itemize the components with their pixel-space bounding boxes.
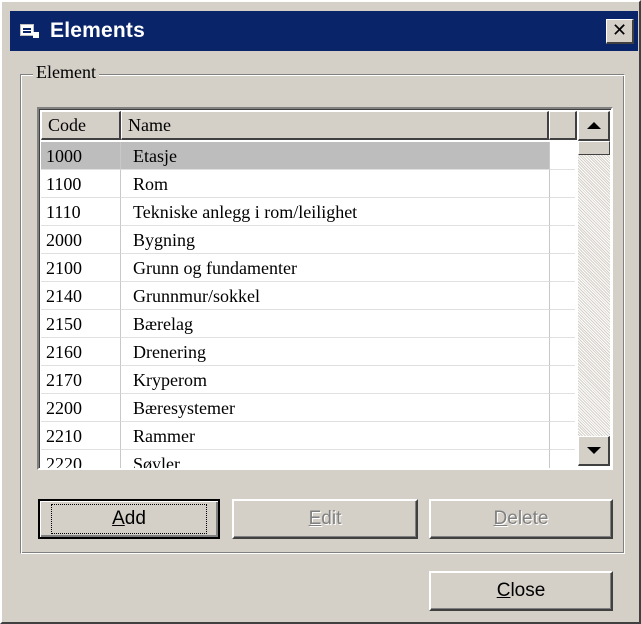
row-filler [549, 254, 575, 282]
app-window-icon [20, 22, 42, 40]
scroll-up-button[interactable] [578, 111, 610, 141]
window-title: Elements [50, 19, 145, 42]
row-name: Kryperom [121, 366, 549, 394]
row-filler [549, 422, 575, 450]
add-button-label: Add [51, 504, 207, 534]
row-code: 2220 [41, 450, 121, 468]
row-code: 2210 [41, 422, 121, 450]
row-name: Rammer [121, 422, 549, 450]
row-name: Rom [121, 170, 549, 198]
close-window-icon[interactable]: ✕ [606, 19, 634, 44]
list-rows: 1000 Etasje 1100 Rom 1110 Tekniske anlegg i r… [41, 142, 575, 468]
list-row[interactable]: 2160 Drenering [41, 338, 575, 366]
list-row[interactable]: 1110 Tekniske anlegg i rom/leilighet [41, 198, 575, 226]
edit-button[interactable]: Edit [232, 499, 418, 539]
column-header-filler [549, 111, 577, 140]
row-filler [549, 310, 575, 338]
row-name: Tekniske anlegg i rom/leilighet [121, 198, 549, 226]
add-button[interactable]: Add [38, 499, 220, 539]
arrow-up-icon [586, 122, 601, 129]
elements-listview[interactable]: Code Name 1000 Etasje 1100 Rom 1110 Tekniske … [37, 107, 613, 470]
row-name: Bygning [121, 226, 549, 254]
row-filler [549, 338, 575, 366]
row-name: Bærelag [121, 310, 549, 338]
column-header-name[interactable]: Name [121, 111, 549, 140]
row-name: Bæresystemer [121, 394, 549, 422]
row-filler [549, 198, 575, 226]
list-row[interactable]: 2170 Kryperom [41, 366, 575, 394]
row-name: Grunnmur/sokkel [121, 282, 549, 310]
row-name: Grunn og fundamenter [121, 254, 549, 282]
list-row[interactable]: 1000 Etasje [41, 142, 575, 170]
list-row[interactable]: 2220 Søyler [41, 450, 575, 468]
row-filler [549, 366, 575, 394]
row-code: 2150 [41, 310, 121, 338]
row-filler [549, 450, 575, 468]
list-row[interactable]: 2140 Grunnmur/sokkel [41, 282, 575, 310]
delete-button[interactable]: Delete [429, 499, 613, 539]
row-code: 1110 [41, 198, 121, 226]
scroll-thumb[interactable] [578, 141, 610, 155]
list-row[interactable]: 2100 Grunn og fundamenter [41, 254, 575, 282]
row-code: 2100 [41, 254, 121, 282]
column-header-code[interactable]: Code [41, 111, 121, 140]
list-row[interactable]: 2200 Bæresystemer [41, 394, 575, 422]
row-name: Drenering [121, 338, 549, 366]
list-row[interactable]: 2000 Bygning [41, 226, 575, 254]
row-code: 2000 [41, 226, 121, 254]
row-name: Etasje [121, 142, 549, 170]
row-code: 2140 [41, 282, 121, 310]
row-filler [549, 282, 575, 310]
row-code: 2200 [41, 394, 121, 422]
row-filler [549, 142, 575, 170]
arrow-down-icon [586, 447, 601, 454]
row-filler [549, 226, 575, 254]
list-row[interactable]: 2210 Rammer [41, 422, 575, 450]
row-code: 1100 [41, 170, 121, 198]
row-code: 2170 [41, 366, 121, 394]
row-code: 2160 [41, 338, 121, 366]
row-filler [549, 394, 575, 422]
list-header: Code Name [41, 111, 577, 140]
groupbox-legend: Element [33, 62, 99, 83]
scroll-down-button[interactable] [578, 436, 610, 466]
row-filler [549, 170, 575, 198]
close-button[interactable]: Close [429, 571, 613, 611]
row-code: 1000 [41, 142, 121, 170]
list-row[interactable]: 1100 Rom [41, 170, 575, 198]
vertical-scrollbar[interactable] [578, 111, 610, 466]
title-bar[interactable]: Elements ✕ [10, 11, 638, 51]
list-row[interactable]: 2150 Bærelag [41, 310, 575, 338]
row-name: Søyler [121, 450, 549, 468]
